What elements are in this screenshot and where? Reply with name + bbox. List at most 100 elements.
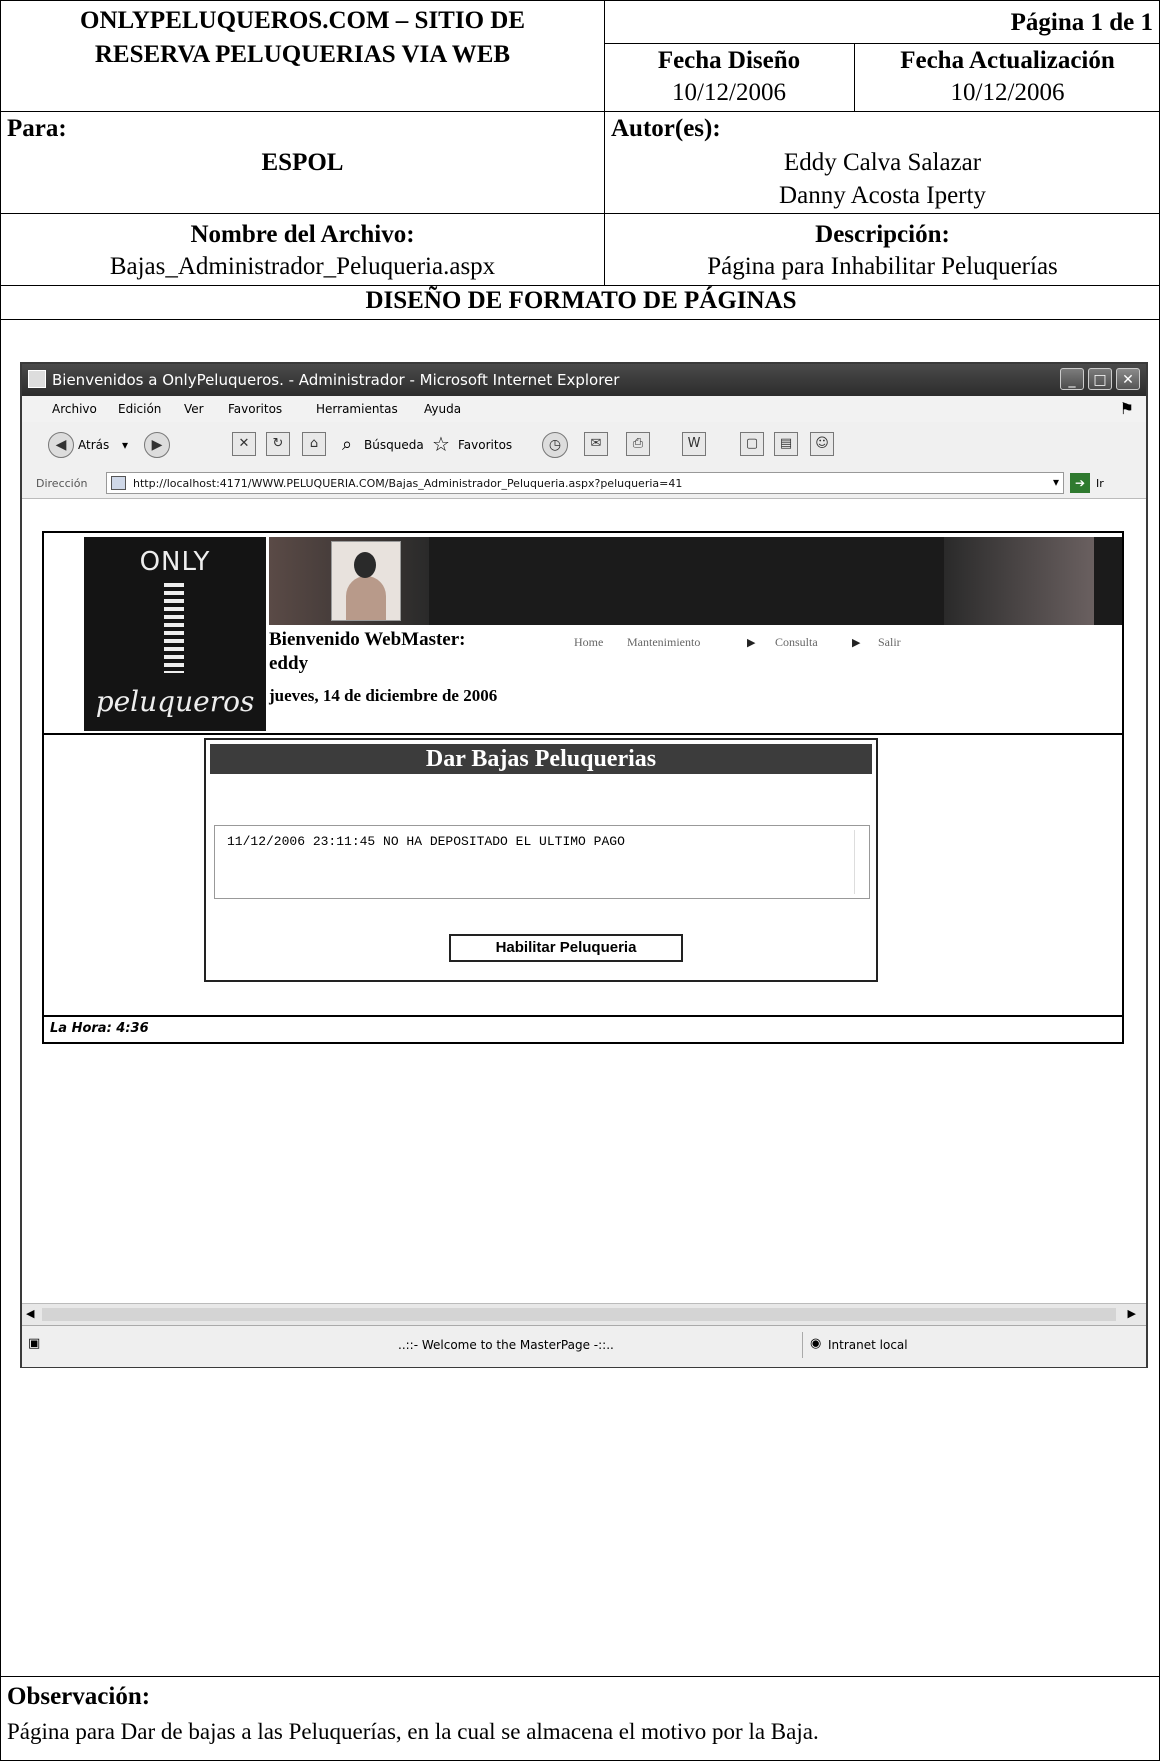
divider: [1, 319, 1159, 320]
back-label[interactable]: Atrás: [78, 438, 109, 452]
logo-peluqueros-text: peluqueros: [95, 685, 255, 718]
window-title: Bienvenidos a OnlyPeluqueros. - Administ…: [52, 371, 620, 389]
nav-consulta[interactable]: Consulta: [775, 635, 818, 650]
discuss-icon[interactable]: ▢: [740, 432, 764, 456]
windows-flag-icon: ⚑: [1119, 399, 1134, 418]
scroll-right-icon[interactable]: ▶: [1128, 1307, 1136, 1320]
site-logo[interactable]: ONLY peluqueros: [84, 537, 266, 731]
scroll-thumb[interactable]: [42, 1308, 1116, 1321]
title-bar: Bienvenidos a OnlyPeluqueros. - Administ…: [22, 364, 1146, 396]
site-container: ONLY peluqueros Bienvenido WebMaster: ed…: [42, 531, 1124, 1044]
page-viewport: ONLY peluqueros Bienvenido WebMaster: ed…: [22, 499, 1146, 1303]
current-date: jueves, 14 de diciembre de 2006: [269, 686, 498, 705]
clock-text: La Hora: 4:36: [50, 1021, 149, 1036]
welcome-text: Bienvenido WebMaster:: [269, 629, 466, 650]
descripcion-value: Página para Inhabilitar Peluquerías: [707, 253, 1058, 280]
panel-title: Dar Bajas Peluquerias: [210, 744, 872, 774]
autor-1: Eddy Calva Salazar: [783, 149, 982, 176]
para-value: ESPOL: [261, 149, 344, 176]
menu-bar: Archivo Edición Ver Favoritos Herramient…: [22, 396, 1146, 422]
archivo-label: Nombre del Archivo:: [190, 221, 415, 248]
close-button[interactable]: ✕: [1116, 368, 1140, 390]
banner-photo: [331, 541, 401, 621]
url-text: http://localhost:4171/WWW.PELUQUERIA.COM…: [133, 477, 683, 490]
browser-window: Bienvenidos a OnlyPeluqueros. - Administ…: [20, 362, 1148, 1368]
project-title-line1: ONLYPELUQUEROS.COM – SITIO DE: [80, 7, 525, 34]
reason-textarea[interactable]: 11/12/2006 23:11:45 NO HA DEPOSITADO EL …: [214, 825, 870, 899]
logo-bars: [164, 583, 184, 673]
favorites-star-icon[interactable]: ☆: [432, 432, 450, 456]
fecha-diseno-value: 10/12/2006: [672, 79, 786, 106]
search-label[interactable]: Búsqueda: [364, 438, 424, 452]
enable-salon-button[interactable]: Habilitar Peluqueria: [449, 934, 683, 962]
messenger-icon[interactable]: ☺: [810, 432, 834, 456]
menu-edicion[interactable]: Edición: [118, 402, 161, 416]
archivo-value: Bajas_Administrador_Peluqueria.aspx: [109, 253, 496, 280]
header-divider: [44, 733, 1122, 735]
menu-ver[interactable]: Ver: [184, 402, 204, 416]
word-icon[interactable]: W: [682, 432, 706, 456]
page-number: Página 1 de 1: [1010, 9, 1153, 36]
menu-herramientas[interactable]: Herramientas: [316, 402, 398, 416]
descripcion-label: Descripción:: [815, 221, 950, 248]
divider: [1, 285, 1159, 286]
header-banner: [269, 537, 1122, 625]
favorites-label[interactable]: Favoritos: [458, 438, 512, 452]
divider: [1, 111, 1159, 112]
status-message: ..::- Welcome to the MasterPage -::..: [398, 1338, 614, 1352]
refresh-icon[interactable]: ↻: [266, 432, 290, 456]
minimize-button[interactable]: _: [1060, 368, 1084, 390]
nav-mantenimiento[interactable]: Mantenimiento: [627, 635, 700, 650]
username: eddy: [269, 653, 309, 674]
textarea-scrollbar[interactable]: [854, 830, 867, 894]
print-icon[interactable]: ⎙: [626, 432, 650, 456]
reason-text: 11/12/2006 23:11:45 NO HA DEPOSITADO EL …: [227, 834, 625, 849]
fecha-actualizacion-value: 10/12/2006: [950, 79, 1065, 106]
menu-favoritos[interactable]: Favoritos: [228, 402, 282, 416]
stop-icon[interactable]: ✕: [232, 432, 256, 456]
back-dropdown-icon[interactable]: ▾: [122, 438, 128, 452]
ie-icon: [28, 370, 46, 388]
search-icon[interactable]: ⌕: [342, 434, 352, 455]
menu-archivo[interactable]: Archivo: [52, 402, 97, 416]
address-label: Dirección: [36, 477, 88, 490]
project-title-line2: RESERVA PELUQUERIAS VIA WEB: [94, 41, 511, 68]
toolbar: ◀ Atrás ▾ ▶ ✕ ↻ ⌂ ⌕ Búsqueda ☆ Favoritos…: [22, 422, 1146, 468]
back-icon[interactable]: ◀: [48, 432, 74, 458]
nav-salir[interactable]: Salir: [878, 635, 901, 650]
fecha-diseno-label: Fecha Diseño: [657, 47, 801, 74]
page-icon: [111, 476, 126, 490]
observacion-text: Página para Dar de bajas a las Peluquerí…: [7, 1719, 819, 1744]
logo-only-text: ONLY: [139, 547, 211, 577]
divider: [1, 213, 1159, 214]
observacion-label: Observación:: [7, 1683, 151, 1710]
go-label[interactable]: Ir: [1096, 477, 1104, 490]
para-label: Para:: [7, 115, 67, 142]
address-dropdown-icon[interactable]: ▾: [1053, 475, 1059, 489]
menu-ayuda[interactable]: Ayuda: [424, 402, 461, 416]
banner-gradient-right: [944, 537, 1094, 625]
status-bar: ▣ ..::- Welcome to the MasterPage -::.. …: [22, 1325, 1146, 1367]
autores-label: Autor(es):: [611, 115, 721, 142]
forward-icon[interactable]: ▶: [144, 432, 170, 458]
intranet-icon: ◉: [810, 1336, 822, 1351]
bajas-panel: Dar Bajas Peluquerias 11/12/2006 23:11:4…: [204, 738, 878, 982]
nav-arrow-icon: ▶: [852, 637, 861, 649]
divider: [604, 43, 1159, 44]
research-icon[interactable]: ▤: [774, 432, 798, 456]
address-bar: Dirección http://localhost:4171/WWW.PELU…: [22, 468, 1146, 499]
nav-arrow-icon: ▶: [747, 637, 756, 649]
nav-home[interactable]: Home: [574, 635, 603, 650]
scroll-left-icon[interactable]: ◀: [26, 1307, 34, 1320]
address-input[interactable]: http://localhost:4171/WWW.PELUQUERIA.COM…: [106, 472, 1064, 494]
horizontal-scrollbar[interactable]: ◀ ▶: [22, 1303, 1146, 1326]
photo-head: [354, 552, 376, 578]
divider: [1, 1676, 1159, 1677]
zone-label: Intranet local: [828, 1338, 908, 1352]
status-separator: [802, 1332, 803, 1358]
history-icon[interactable]: ◷: [542, 432, 568, 458]
mail-icon[interactable]: ✉: [584, 432, 608, 456]
home-icon[interactable]: ⌂: [302, 432, 326, 456]
go-arrow-icon[interactable]: ➔: [1070, 473, 1090, 493]
maximize-button[interactable]: □: [1088, 368, 1112, 390]
